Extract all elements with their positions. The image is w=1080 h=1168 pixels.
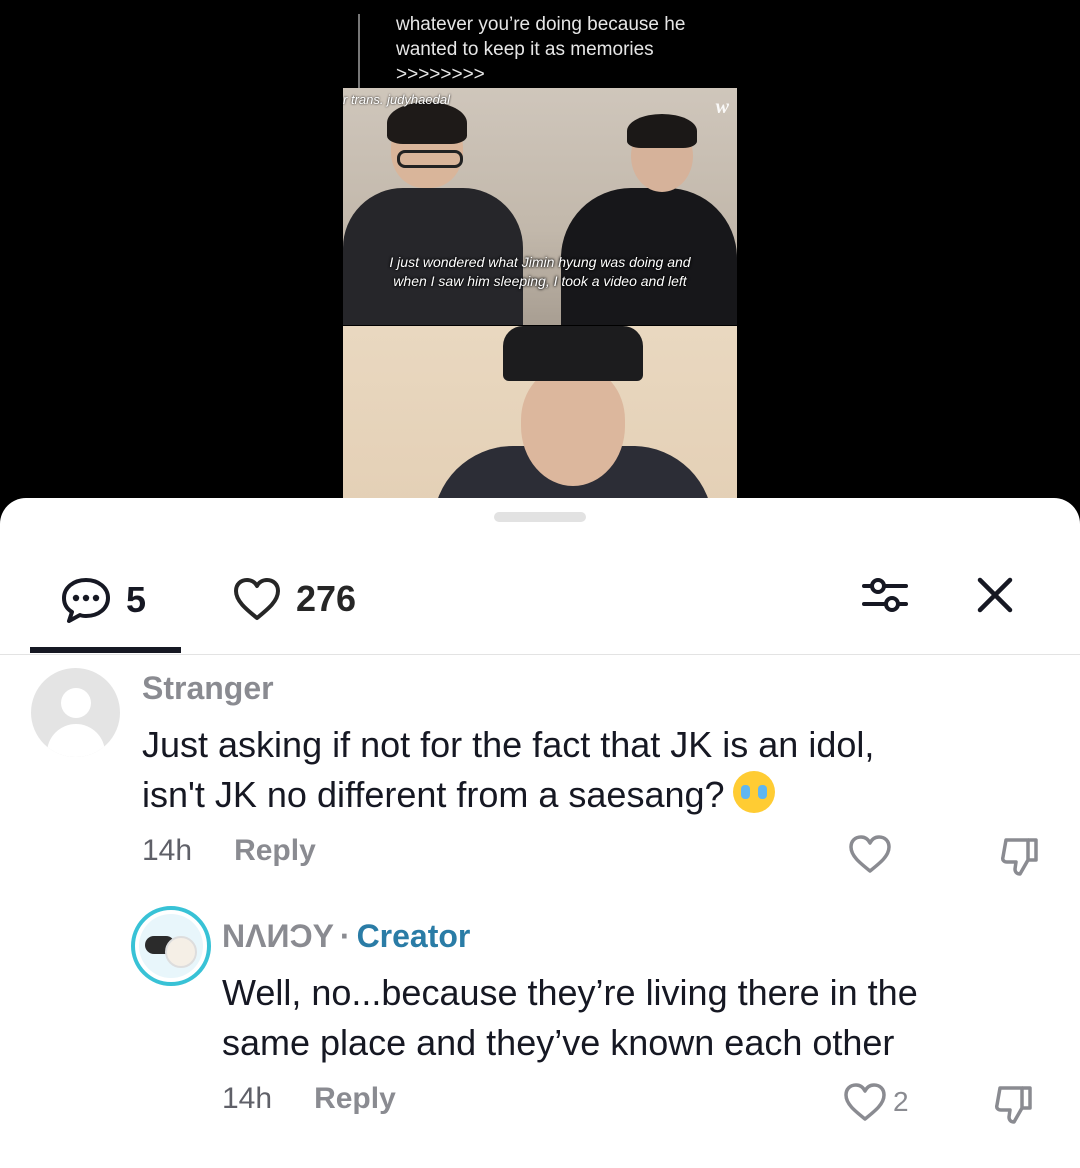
reply-button[interactable]: Reply: [314, 1082, 396, 1116]
active-tab-indicator: [30, 647, 181, 653]
comment-like-count: 2: [893, 1086, 909, 1117]
person-image: [521, 366, 625, 486]
default-avatar-icon: [61, 688, 91, 718]
quote-line: >>>>>>>>: [396, 64, 485, 85]
likes-count: 276: [296, 578, 357, 619]
comment-line: Just asking if not for the fact that JK …: [142, 724, 875, 765]
default-avatar-icon: [47, 724, 105, 757]
person-image: [627, 114, 697, 148]
person-image: [503, 326, 643, 381]
heart-icon: [234, 578, 280, 620]
creator-avatar-image: [139, 914, 203, 978]
comment-time: 14h: [222, 1082, 273, 1115]
tab-comments[interactable]: 5: [60, 576, 146, 624]
person-image: [387, 102, 467, 144]
reply-button[interactable]: Reply: [234, 834, 316, 868]
video-area[interactable]: whatever you’re doing because he wanted …: [0, 0, 1080, 520]
person-image: [397, 150, 463, 168]
subtitle-line: when I saw him sleeping, I took a video …: [393, 273, 687, 289]
watermark-logo: w: [715, 96, 729, 118]
crying-face-emoji-icon: [732, 771, 775, 813]
comment-line-text: isn't JK no different from a saesang?: [142, 774, 725, 815]
comment-line: Well, no...because they’re living there …: [222, 972, 918, 1013]
comment-meta: 14h Reply: [222, 1082, 396, 1116]
avatar[interactable]: [131, 906, 211, 986]
divider: [0, 654, 1080, 655]
sliders-icon: [862, 578, 908, 612]
quote-line: whatever you’re doing because he: [396, 14, 686, 35]
comment-line: isn't JK no different from a saesang?: [142, 770, 1002, 820]
comment-username[interactable]: NΛИϽY · Creator: [222, 918, 470, 955]
video-frame-top: r trans. judyhaedal w I just wondered wh…: [343, 88, 737, 325]
separator-dot: ·: [339, 918, 351, 954]
close-button[interactable]: [972, 572, 1018, 618]
tab-likes[interactable]: 276: [232, 576, 356, 622]
comment-like-button[interactable]: [848, 834, 892, 874]
quote-text: whatever you’re doing because he wanted …: [396, 12, 736, 87]
comment-username[interactable]: Stranger: [142, 670, 274, 707]
comment-meta: 14h Reply: [142, 834, 316, 868]
heart-outline-icon: [844, 1083, 886, 1121]
video-subtitle: I just wondered what Jimin hyung was doi…: [343, 253, 737, 291]
comment-time: 14h: [142, 834, 193, 867]
thumbs-down-icon: [1001, 838, 1038, 876]
quote-bar: [358, 14, 360, 88]
comment-dislike-button[interactable]: [992, 1082, 1036, 1131]
avatar[interactable]: [31, 668, 120, 757]
subtitle-line: I just wondered what Jimin hyung was doi…: [389, 254, 691, 270]
filter-button[interactable]: [860, 572, 910, 618]
heart-outline-icon: [849, 835, 891, 873]
comment-like-button[interactable]: 2: [843, 1082, 909, 1122]
comment-dislike-button[interactable]: [998, 834, 1042, 883]
stats-bar: 5 276: [0, 558, 1080, 653]
thumbs-down-icon: [995, 1086, 1032, 1124]
creator-username: NΛИϽY: [222, 918, 334, 954]
translation-credit: r trans. judyhaedal: [343, 92, 450, 107]
quote-line: wanted to keep it as memories: [396, 39, 654, 60]
comment-line: same place and they’ve known each other: [222, 1022, 895, 1063]
comment-bubble-icon: [62, 578, 110, 623]
close-icon: [977, 577, 1013, 613]
video-frame-bottom: [343, 326, 737, 506]
comment-text: Well, no...because they’re living there …: [222, 968, 1042, 1068]
comments-sheet: 5 276 Stranger Just asking if not for th…: [0, 498, 1080, 1168]
comments-count: 5: [126, 579, 147, 620]
comment-text: Just asking if not for the fact that JK …: [142, 720, 1002, 820]
creator-badge: Creator: [356, 918, 471, 954]
drag-handle[interactable]: [494, 512, 586, 522]
avatar-graphic: [165, 936, 197, 968]
